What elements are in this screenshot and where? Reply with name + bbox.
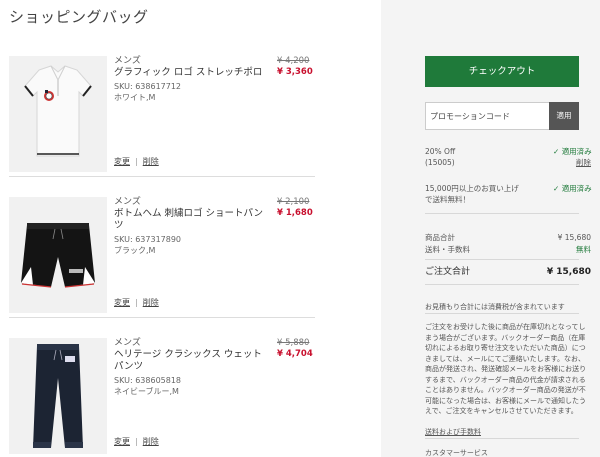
delete-link[interactable]: 削除 bbox=[143, 437, 159, 446]
tax-note: お見積もり合計には消費税が含まれています bbox=[425, 303, 565, 311]
edit-link[interactable]: 変更 bbox=[114, 157, 130, 166]
original-price: ¥ 5,880 bbox=[277, 338, 310, 348]
sale-price: ¥ 1,680 bbox=[277, 208, 313, 218]
apply-promo-button[interactable]: 適用 bbox=[549, 102, 579, 130]
original-price: ¥ 2,100 bbox=[277, 197, 310, 207]
product-name[interactable]: グラフィック ロゴ ストレッチポロ bbox=[114, 67, 264, 79]
sale-price: ¥ 4,704 bbox=[277, 349, 313, 359]
checkmark-icon: ✓ bbox=[553, 184, 560, 193]
divider bbox=[425, 313, 579, 314]
discount-code: (15005) bbox=[425, 158, 455, 167]
product-name[interactable]: ボトムヘム 刺繍ロゴ ショートパンツ bbox=[114, 208, 264, 232]
cart-item: メンズ ヘリテージ クラシックス ウェットパンツ SKU: 638605818 … bbox=[9, 338, 315, 457]
total-label: ご注文合計 bbox=[425, 267, 471, 277]
subtotal-label: 商品合計 bbox=[425, 233, 455, 242]
divider bbox=[425, 213, 579, 214]
divider bbox=[425, 438, 579, 439]
discount-name: 20% Off bbox=[425, 147, 456, 156]
shipping-fee-label: 送料・手数料 bbox=[425, 245, 470, 254]
sale-price: ¥ 3,360 bbox=[277, 67, 313, 77]
promo-code-input[interactable] bbox=[426, 103, 550, 129]
product-sku: SKU: 638605818 bbox=[114, 376, 182, 385]
subtotal-value: ¥ 15,680 bbox=[557, 233, 591, 242]
product-sku: SKU: 637317890 bbox=[114, 235, 182, 244]
checkmark-icon: ✓ bbox=[553, 147, 560, 156]
edit-link[interactable]: 変更 bbox=[114, 437, 130, 446]
divider: | bbox=[135, 437, 138, 446]
divider bbox=[425, 259, 579, 260]
divider bbox=[9, 176, 315, 177]
promo-code-box: 適用 bbox=[425, 102, 579, 130]
backorder-note: ご注文をお受けした後に商品が在庫切れとなってしまう場合がございます。バックオーダ… bbox=[425, 323, 587, 415]
shipping-status: ✓ 適用済み bbox=[553, 184, 592, 194]
remove-discount-link[interactable]: 削除 bbox=[576, 158, 591, 168]
shipping-fees-link[interactable]: 送料および手数料 bbox=[425, 427, 481, 437]
shipping-fee-value: 無料 bbox=[576, 245, 591, 254]
cart-panel: ショッピングバッグ メンズ グラフィック ロゴ ストレッチポロ SKU: 638… bbox=[0, 0, 381, 457]
page-title: ショッピングバッグ bbox=[9, 8, 149, 26]
divider bbox=[425, 284, 579, 285]
checkout-button[interactable]: チェックアウト bbox=[425, 56, 579, 87]
shipping-status-label: 適用済み bbox=[561, 184, 592, 193]
product-variant: ブラック,M bbox=[114, 246, 156, 255]
divider: | bbox=[135, 298, 138, 307]
edit-link[interactable]: 変更 bbox=[114, 298, 130, 307]
cart-item: メンズ グラフィック ロゴ ストレッチポロ SKU: 638617712 ホワイ… bbox=[9, 56, 315, 182]
original-price: ¥ 4,200 bbox=[277, 56, 310, 66]
product-name[interactable]: ヘリテージ クラシックス ウェットパンツ bbox=[114, 349, 264, 373]
product-gender: メンズ bbox=[114, 56, 141, 66]
free-shipping-promo: 15,000円以上のお買い上げ bbox=[425, 184, 519, 193]
discount-status: ✓ 適用済み bbox=[553, 147, 592, 157]
product-variant: ホワイト,M bbox=[114, 93, 156, 102]
product-gender: メンズ bbox=[114, 338, 141, 348]
customer-service-link[interactable]: カスタマーサービス bbox=[425, 448, 488, 457]
product-gender: メンズ bbox=[114, 197, 141, 207]
divider bbox=[9, 317, 315, 318]
total-value: ¥ 15,680 bbox=[546, 267, 591, 277]
delete-link[interactable]: 削除 bbox=[143, 157, 159, 166]
divider: | bbox=[135, 157, 138, 166]
cart-item: メンズ ボトムヘム 刺繍ロゴ ショートパンツ SKU: 637317890 ブラ… bbox=[9, 197, 315, 323]
product-sku: SKU: 638617712 bbox=[114, 82, 182, 91]
discount-status-label: 適用済み bbox=[561, 147, 592, 156]
free-shipping-promo-2: で送料無料！ bbox=[425, 195, 470, 204]
product-image[interactable] bbox=[9, 197, 107, 313]
product-variant: ネイビーブルー,M bbox=[114, 387, 179, 396]
product-image[interactable] bbox=[9, 56, 107, 172]
product-image[interactable] bbox=[9, 338, 107, 454]
delete-link[interactable]: 削除 bbox=[143, 298, 159, 307]
